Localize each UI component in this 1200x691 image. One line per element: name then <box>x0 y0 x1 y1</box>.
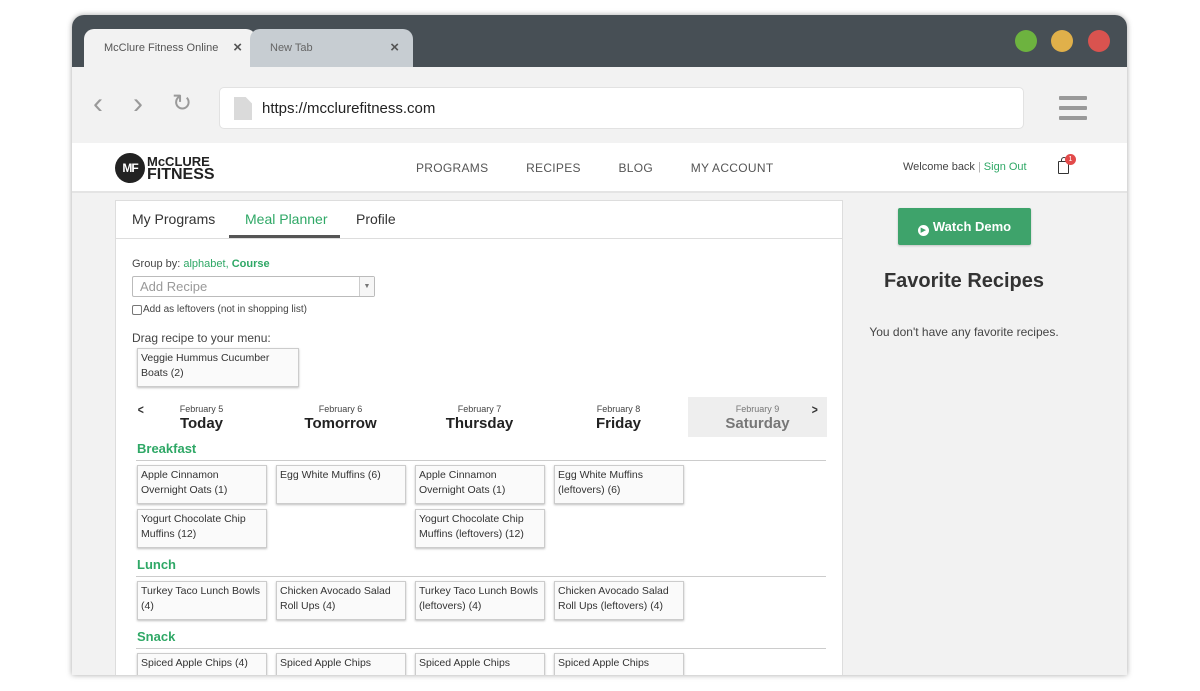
group-by: Group by: alphabet, Course <box>132 258 270 270</box>
meal-card[interactable]: Yogurt Chocolate Chip Muffins (leftovers… <box>415 509 545 548</box>
day-header: February 6 Tomorrow <box>271 397 410 437</box>
sidebar: ▶ Watch Demo Favorite Recipes You don't h… <box>844 200 1084 500</box>
divider <box>136 576 826 577</box>
day-header: February 9 Saturday <box>688 397 827 437</box>
day-date: February 6 <box>318 404 363 414</box>
day-name: Tomorrow <box>304 415 377 432</box>
active-tab-indicator <box>229 235 340 238</box>
day-date: February 9 <box>735 404 780 414</box>
nav-recipes[interactable]: RECIPES <box>526 161 581 175</box>
logo-mark: MF <box>115 153 145 183</box>
day-name: Saturday <box>725 415 790 432</box>
cart-count-badge: 1 <box>1065 154 1076 165</box>
watch-demo-button[interactable]: ▶ Watch Demo <box>898 208 1031 245</box>
tab-my-programs[interactable]: My Programs <box>132 211 215 227</box>
meal-card[interactable]: Spiced Apple Chips (4) <box>137 653 267 675</box>
day-name: Today <box>179 415 224 432</box>
sign-out-link[interactable]: Sign Out <box>984 161 1027 173</box>
group-by-label: Group by: <box>132 258 181 270</box>
back-icon[interactable]: ‹ <box>86 89 110 119</box>
planner-tabs: My Programs Meal Planner Profile <box>116 201 842 239</box>
maximize-window-button[interactable] <box>1015 30 1037 52</box>
browser-toolbar: ‹ › ↻ https://mcclurefitness.com <box>72 67 1127 143</box>
title-bar: McClure Fitness Online × New Tab × <box>72 15 1127 67</box>
draggable-recipe-card[interactable]: Veggie Hummus Cucumber Boats (2) <box>137 348 299 387</box>
meal-card[interactable]: Apple Cinnamon Overnight Oats (1) <box>137 465 267 504</box>
day-header: February 5 Today <box>132 397 271 437</box>
site-header: MF McCLURE FITNESS PROGRAMS RECIPES BLOG… <box>72 143 1127 193</box>
tab-profile[interactable]: Profile <box>356 211 396 227</box>
day-date: February 8 <box>596 404 641 414</box>
day-header: February 8 Friday <box>549 397 688 437</box>
meal-card[interactable]: Yogurt Chocolate Chip Muffins (12) <box>137 509 267 548</box>
section-title-lunch: Lunch <box>137 557 176 572</box>
section-title-breakfast: Breakfast <box>137 441 197 456</box>
browser-tab-new[interactable]: New Tab × <box>250 29 413 67</box>
meal-card[interactable]: Chicken Avocado Salad Roll Ups (leftover… <box>554 581 684 620</box>
leftovers-option[interactable]: Add as leftovers (not in shopping list) <box>132 304 307 315</box>
close-tab-icon[interactable]: × <box>233 40 242 55</box>
favorites-empty-text: You don't have any favorite recipes. <box>869 325 1059 339</box>
tab-title: New Tab <box>270 42 313 54</box>
leftovers-label: Add as leftovers (not in shopping list) <box>143 304 307 315</box>
browser-window: McClure Fitness Online × New Tab × ‹ › ↻… <box>72 15 1127 675</box>
meal-card[interactable]: Spiced Apple Chips <box>276 653 406 675</box>
meal-card[interactable]: Turkey Taco Lunch Bowls (4) <box>137 581 267 620</box>
close-tab-icon[interactable]: × <box>390 40 399 55</box>
meal-card[interactable]: Apple Cinnamon Overnight Oats (1) <box>415 465 545 504</box>
site-logo[interactable]: MF McCLURE FITNESS <box>115 153 215 183</box>
address-bar[interactable]: https://mcclurefitness.com <box>219 87 1024 129</box>
next-days-icon[interactable]: > <box>812 402 818 417</box>
tab-title: McClure Fitness Online <box>104 42 219 54</box>
day-date: February 5 <box>179 404 224 414</box>
leftovers-checkbox[interactable] <box>132 304 142 315</box>
day-name: Friday <box>595 415 641 432</box>
minimize-window-button[interactable] <box>1051 30 1073 52</box>
close-window-button[interactable] <box>1088 30 1110 52</box>
nav-programs[interactable]: PROGRAMS <box>416 161 488 175</box>
meal-card[interactable]: Egg White Muffins (leftovers) (6) <box>554 465 684 504</box>
meal-card[interactable]: Spiced Apple Chips <box>554 653 684 675</box>
nav-blog[interactable]: BLOG <box>619 161 654 175</box>
play-icon: ▶ <box>917 225 929 236</box>
welcome-area: Welcome back | Sign Out <box>903 161 1027 173</box>
logo-line-2: FITNESS <box>147 166 215 183</box>
welcome-text: Welcome back <box>903 161 975 173</box>
drag-label: Drag recipe to your menu: <box>132 331 271 345</box>
day-header: February 7 Thursday <box>410 397 549 437</box>
meal-planner-panel: My Programs Meal Planner Profile Group b… <box>115 200 843 675</box>
watch-demo-label: Watch Demo <box>932 219 1012 234</box>
day-header-row: February 5 Today February 6 Tomorrow Feb… <box>132 397 827 437</box>
nav-my-account[interactable]: MY ACCOUNT <box>691 161 774 175</box>
tab-meal-planner[interactable]: Meal Planner <box>245 211 328 227</box>
add-recipe-select[interactable]: Add Recipe ▼ <box>132 276 375 297</box>
day-date: February 7 <box>457 404 502 414</box>
section-title-snack: Snack <box>137 629 176 644</box>
meal-card[interactable]: Chicken Avocado Salad Roll Ups (4) <box>276 581 406 620</box>
divider <box>136 648 826 649</box>
browser-tab-active[interactable]: McClure Fitness Online × <box>84 29 256 67</box>
separator: | <box>977 161 981 173</box>
divider <box>136 460 826 461</box>
day-name: Thursday <box>445 415 514 432</box>
meal-card[interactable]: Turkey Taco Lunch Bowls (leftovers) (4) <box>415 581 545 620</box>
meal-card[interactable]: Spiced Apple Chips <box>415 653 545 675</box>
group-by-alphabet-link[interactable]: alphabet <box>183 258 225 270</box>
main-nav: PROGRAMS RECIPES BLOG MY ACCOUNT <box>416 161 807 175</box>
menu-icon[interactable] <box>1059 96 1087 126</box>
url-text[interactable]: https://mcclurefitness.com <box>262 100 435 117</box>
site-content: MF McCLURE FITNESS PROGRAMS RECIPES BLOG… <box>72 143 1127 675</box>
group-by-comma: , <box>225 258 229 270</box>
meal-card[interactable]: Egg White Muffins (6) <box>276 465 406 504</box>
forward-icon[interactable]: › <box>126 89 150 119</box>
dropdown-arrow-icon[interactable]: ▼ <box>359 277 374 296</box>
page-icon <box>234 97 252 120</box>
add-recipe-placeholder: Add Recipe <box>140 279 208 294</box>
previous-days-icon[interactable]: < <box>138 402 144 417</box>
favorites-title: Favorite Recipes <box>883 270 1045 292</box>
group-by-course-link[interactable]: Course <box>232 258 270 270</box>
reload-icon[interactable]: ↻ <box>170 91 194 119</box>
